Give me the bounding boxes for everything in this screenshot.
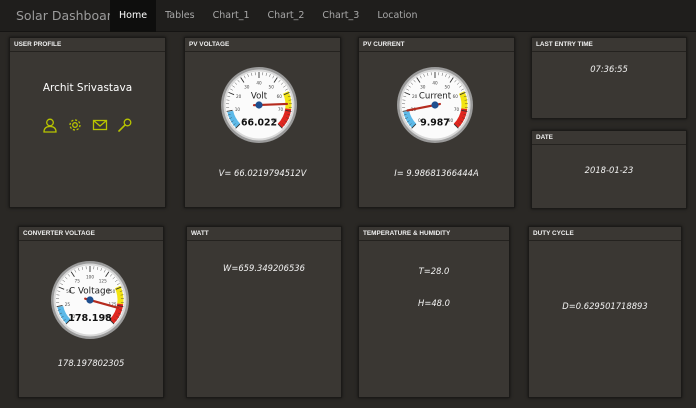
pv-current-panel: PV CURRENT 01020304050607080Current9.987… bbox=[358, 37, 515, 208]
gauge-tick-label: 70 bbox=[278, 107, 284, 112]
gauge-tick-label: 40 bbox=[256, 81, 262, 86]
converter-voltage-gauge-svg: 0255075100125150175200C Voltage178.198 bbox=[51, 261, 129, 339]
pv-voltage-title: PV VOLTAGE bbox=[185, 38, 340, 52]
last-entry-value: 07:36:55 bbox=[590, 64, 628, 74]
profile-icon-row bbox=[10, 117, 165, 133]
date-title: DATE bbox=[532, 131, 686, 145]
gauge-reading: 9.987 bbox=[420, 118, 450, 129]
wrench-icon[interactable] bbox=[117, 117, 133, 133]
gauge-tick-label: 25 bbox=[65, 302, 71, 307]
user-profile-title: USER PROFILE bbox=[10, 38, 165, 52]
gauge-hub bbox=[431, 101, 439, 109]
last-entry-title: LAST ENTRY TIME bbox=[532, 38, 686, 52]
duty-cycle-value: D=0.629501718893 bbox=[562, 301, 648, 311]
gauge-tick-label: 40 bbox=[432, 81, 438, 86]
pv-voltage-reading: V= 66.0219794512V bbox=[218, 168, 307, 178]
date-panel: DATE 2018-01-23 bbox=[531, 130, 687, 209]
pv-current-gauge-svg: 01020304050607080Current9.987 bbox=[397, 67, 473, 143]
gauge-band-warn bbox=[458, 91, 468, 110]
gauge-tick-label: 30 bbox=[244, 84, 250, 89]
gauge-label: Volt bbox=[251, 92, 268, 102]
gauge-tick-label: 70 bbox=[454, 107, 460, 112]
converter-voltage-reading: 178.197802305 bbox=[57, 358, 125, 368]
pv-current-gauge: 01020304050607080Current9.987 bbox=[396, 66, 474, 144]
humidity-value: H=48.0 bbox=[418, 298, 450, 308]
tab-tables[interactable]: Tables bbox=[156, 0, 204, 32]
converter-voltage-panel: CONVERTER VOLTAGE 0 25 50 75 100 125 150 175 200… bbox=[18, 226, 164, 398]
gauge-tick-label: 10 bbox=[235, 107, 241, 112]
gauge-label: Current bbox=[419, 92, 452, 102]
brand-title[interactable]: Solar Dashboard bbox=[0, 8, 120, 23]
converter-voltage-gauge: 0 25 50 75 100 125 150 175 200 C Voltage 178.198 bbox=[50, 260, 130, 340]
temp-humidity-title: TEMPERATURE & HUMIDITY bbox=[359, 227, 509, 241]
watt-title: WATT bbox=[187, 227, 341, 241]
top-navbar: Solar Dashboard Home Tables Chart_1 Char… bbox=[0, 0, 696, 32]
gauge-hub bbox=[255, 101, 263, 109]
pv-current-reading: I= 9.98681366444A bbox=[394, 168, 479, 178]
gauge-band-warn bbox=[282, 91, 292, 110]
gauge-tick-label: 50 bbox=[445, 84, 451, 89]
user-profile-panel: USER PROFILE Archit Srivastava bbox=[9, 37, 166, 208]
gauge-tick-label: 100 bbox=[86, 275, 94, 280]
gauge-hub bbox=[86, 296, 94, 304]
gauge-tick-label: 75 bbox=[75, 278, 81, 283]
tab-chart-3[interactable]: Chart_3 bbox=[313, 0, 368, 32]
gauge-tick-label: 60 bbox=[453, 94, 459, 99]
temperature-value: T=28.0 bbox=[418, 266, 450, 276]
gear-icon[interactable] bbox=[67, 117, 83, 133]
gauge-label: C Voltage bbox=[69, 286, 111, 296]
user-name: Archit Srivastava bbox=[42, 82, 133, 94]
duty-cycle-panel: DUTY CYCLE D=0.629501718893 bbox=[528, 226, 682, 398]
last-entry-panel: LAST ENTRY TIME 07:36:55 bbox=[531, 37, 687, 119]
date-value: 2018-01-23 bbox=[584, 165, 634, 175]
gauge-tick-label: 30 bbox=[420, 84, 426, 89]
gauge-tick-label: 20 bbox=[412, 94, 418, 99]
gauge-reading: 178.198 bbox=[68, 313, 112, 324]
duty-cycle-title: DUTY CYCLE bbox=[529, 227, 681, 241]
temp-humidity-panel: TEMPERATURE & HUMIDITY T=28.0 H=48.0 bbox=[358, 226, 510, 398]
gauge-tick-label: 125 bbox=[99, 278, 107, 283]
gauge-band-warn bbox=[114, 285, 124, 305]
pv-voltage-panel: PV VOLTAGE 0 10 20 30 40 50 60 70 80 Volt 66.022 V… bbox=[184, 37, 341, 208]
gauge-tick-label: 60 bbox=[277, 94, 283, 99]
watt-value: W=659.349206536 bbox=[223, 263, 305, 273]
gauge-tick-label: 20 bbox=[236, 94, 242, 99]
envelope-icon[interactable] bbox=[92, 117, 108, 133]
tab-chart-1[interactable]: Chart_1 bbox=[204, 0, 259, 32]
tab-location[interactable]: Location bbox=[368, 0, 426, 32]
gauge-tick-label: 50 bbox=[269, 84, 275, 89]
pv-current-title: PV CURRENT bbox=[359, 38, 514, 52]
user-icon[interactable] bbox=[42, 117, 58, 133]
watt-panel: WATT W=659.349206536 bbox=[186, 226, 342, 398]
pv-voltage-gauge-svg: 01020304050607080Volt66.022 bbox=[221, 67, 297, 143]
converter-voltage-title: CONVERTER VOLTAGE bbox=[19, 227, 163, 241]
tab-chart-2[interactable]: Chart_2 bbox=[259, 0, 314, 32]
gauge-reading: 66.022 bbox=[241, 118, 277, 129]
pv-voltage-gauge: 0 10 20 30 40 50 60 70 80 Volt 66.022 bbox=[220, 66, 298, 144]
tab-home[interactable]: Home bbox=[110, 0, 157, 32]
